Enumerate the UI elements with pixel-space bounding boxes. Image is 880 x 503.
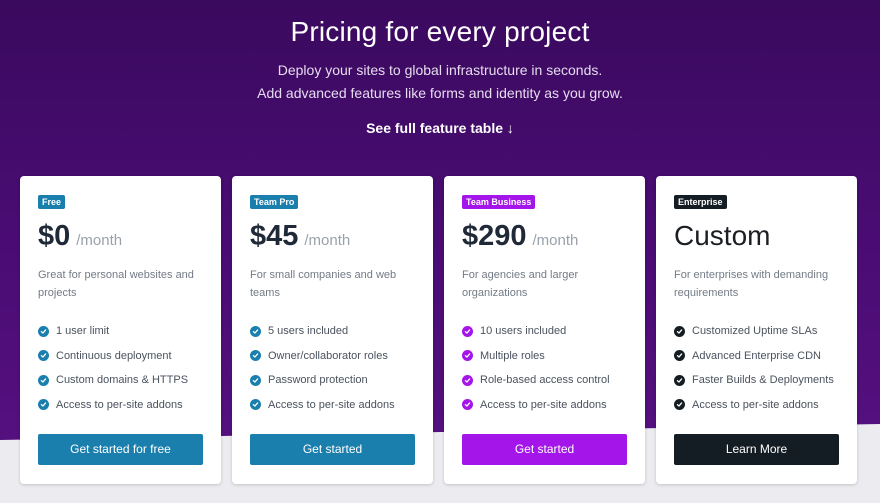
plan-price: $0 /month <box>38 220 122 260</box>
feature-item: Password protection <box>250 368 395 393</box>
feature-item: Access to per-site addons <box>674 393 834 418</box>
feature-item: Faster Builds & Deployments <box>674 368 834 393</box>
feature-item: Access to per-site addons <box>38 393 188 418</box>
check-circle-icon <box>250 350 261 362</box>
check-circle-icon <box>250 399 261 411</box>
feature-item: Continuous deployment <box>38 344 188 369</box>
plan-price: $290 /month <box>462 220 578 260</box>
feature-item: Role-based access control <box>462 368 610 393</box>
get-started-team-business-button[interactable]: Get started <box>462 434 627 465</box>
feature-label: Owner/collaborator roles <box>268 349 388 362</box>
plan-card-enterprise: Enterprise Custom For enterprises with d… <box>656 176 857 484</box>
subtitle-line-1: Deploy your sites to global infrastructu… <box>277 62 603 78</box>
feature-item: Owner/collaborator roles <box>250 344 395 369</box>
feature-label: Advanced Enterprise CDN <box>692 349 822 362</box>
plan-description: For enterprises with demanding requireme… <box>674 269 829 299</box>
price-amount: $0 <box>38 220 71 252</box>
feature-label: Access to per-site addons <box>692 398 819 411</box>
feature-item: 5 users included <box>250 319 395 344</box>
plan-feature-list: 5 users included Owner/collaborator role… <box>250 319 395 417</box>
feature-label: Custom domains & HTTPS <box>56 374 189 387</box>
check-circle-icon <box>462 350 473 362</box>
feature-item: Customized Uptime SLAs <box>674 319 834 344</box>
feature-label: Multiple roles <box>480 349 545 362</box>
feature-label: Role-based access control <box>480 374 610 387</box>
get-started-team-pro-button[interactable]: Get started <box>250 434 415 465</box>
feature-item: Advanced Enterprise CDN <box>674 344 834 369</box>
plan-description: Great for personal websites and projects <box>38 269 194 299</box>
feature-item: Access to per-site addons <box>250 393 395 418</box>
check-circle-icon <box>38 399 49 411</box>
feature-label: Password protection <box>268 374 368 387</box>
price-period: /month <box>304 232 351 249</box>
plan-feature-list: 10 users included Multiple roles Role-ba… <box>462 319 610 417</box>
plan-badge: Team Pro <box>250 195 299 209</box>
feature-label: Access to per-site addons <box>56 398 183 411</box>
feature-label: Continuous deployment <box>56 349 172 362</box>
check-circle-icon <box>38 325 49 337</box>
pricing-cards: Free $0 /month Great for personal websit… <box>20 176 860 484</box>
price-amount: Custom <box>674 220 771 251</box>
subtitle-line-2: Add advanced features like forms and ide… <box>257 85 623 101</box>
plan-price: Custom <box>674 220 770 260</box>
feature-item: 1 user limit <box>38 319 188 344</box>
get-started-free-button[interactable]: Get started for free <box>38 434 203 465</box>
page-title: Pricing for every project <box>290 16 590 47</box>
check-circle-icon <box>38 350 49 362</box>
plan-card-team-pro: Team Pro $45 /month For small companies … <box>232 176 433 484</box>
plan-badge: Enterprise <box>674 195 727 209</box>
check-circle-icon <box>674 374 685 386</box>
plan-badge: Free <box>38 195 66 209</box>
price-period: /month <box>532 232 579 249</box>
feature-label: Faster Builds & Deployments <box>692 374 834 387</box>
feature-label: Customized Uptime SLAs <box>692 325 818 338</box>
check-circle-icon <box>38 374 49 386</box>
check-circle-icon <box>674 399 685 411</box>
plan-feature-list: Customized Uptime SLAs Advanced Enterpri… <box>674 319 834 417</box>
price-amount: $290 <box>462 220 527 252</box>
price-amount: $45 <box>250 220 299 252</box>
feature-label: 10 users included <box>480 325 567 338</box>
plan-badge: Team Business <box>462 195 536 209</box>
plan-card-team-business: Team Business $290 /month For agencies a… <box>444 176 645 484</box>
feature-label: Access to per-site addons <box>480 398 607 411</box>
feature-item: Custom domains & HTTPS <box>38 368 188 393</box>
feature-item: Multiple roles <box>462 344 610 369</box>
check-circle-icon <box>462 374 473 386</box>
plan-description: For small companies and web teams <box>250 269 397 299</box>
learn-more-button[interactable]: Learn More <box>674 434 839 465</box>
feature-item: Access to per-site addons <box>462 393 610 418</box>
check-circle-icon <box>674 325 685 337</box>
plan-feature-list: 1 user limit Continuous deployment Custo… <box>38 319 188 417</box>
feature-label: 1 user limit <box>56 325 110 338</box>
check-circle-icon <box>250 325 261 337</box>
check-circle-icon <box>462 325 473 337</box>
plan-description: For agencies and larger organizations <box>462 269 579 299</box>
price-period: /month <box>76 232 123 249</box>
see-feature-table-link[interactable]: See full feature table ↓ <box>0 120 880 136</box>
feature-label: 5 users included <box>268 325 349 338</box>
check-circle-icon <box>250 374 261 386</box>
check-circle-icon <box>674 350 685 362</box>
plan-price: $45 /month <box>250 220 350 260</box>
check-circle-icon <box>462 399 473 411</box>
feature-item: 10 users included <box>462 319 610 344</box>
feature-label: Access to per-site addons <box>268 398 395 411</box>
plan-card-free: Free $0 /month Great for personal websit… <box>20 176 221 484</box>
